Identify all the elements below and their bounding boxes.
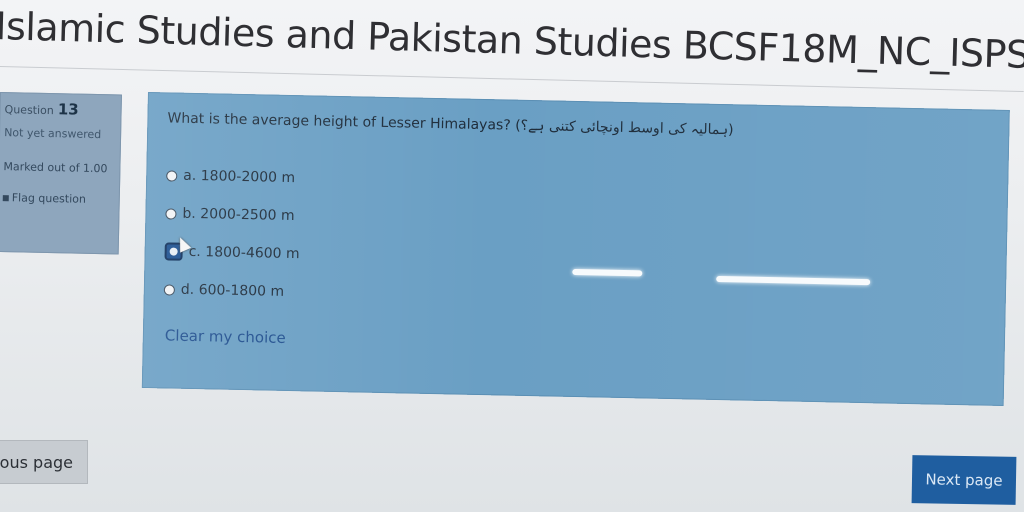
question-number: Question 13: [4, 99, 116, 119]
flag-question-label: Flag question: [11, 191, 87, 206]
answer-option-a[interactable]: a. 1800-2000 m: [166, 156, 302, 197]
flag-icon: [2, 194, 9, 201]
answer-label-a: a. 1800-2000 m: [183, 167, 296, 187]
answer-label-b: b. 2000-2500 m: [182, 205, 295, 225]
page-title: Islamic Studies and Pakistan Studies BCS…: [0, 4, 1024, 77]
previous-page-button[interactable]: Previous page: [0, 440, 88, 484]
question-marks: Marked out of 1.00: [3, 160, 108, 176]
radio-button-a[interactable]: [166, 169, 178, 182]
next-page-button[interactable]: Next page: [911, 455, 1017, 505]
clear-choice-link[interactable]: Clear my choice: [165, 326, 286, 347]
question-info-panel: Question 13 Not yet answered Marked out o…: [0, 92, 122, 255]
radio-button-d[interactable]: [163, 283, 175, 296]
question-text: What is the average height of Lesser Him…: [167, 110, 734, 139]
answer-options: a. 1800-2000 m b. 2000-2500 m c. 1800-46…: [163, 156, 301, 311]
question-content-panel: What is the average height of Lesser Him…: [141, 92, 1010, 406]
answer-option-d[interactable]: d. 600-1800 m: [163, 270, 299, 311]
answer-label-d: d. 600-1800 m: [180, 281, 285, 300]
answer-label-c: c. 1800-4600 m: [188, 243, 300, 263]
screen-glare-short: [572, 268, 643, 277]
question-state: Not yet answered: [4, 126, 102, 142]
answer-option-b[interactable]: b. 2000-2500 m: [165, 194, 301, 235]
previous-page-label: Previous page: [0, 452, 73, 472]
question-number-label: Question: [4, 103, 54, 118]
radio-button-b[interactable]: [165, 207, 177, 220]
flag-question-link[interactable]: Flag question: [2, 191, 115, 206]
screen-glare-long: [716, 275, 871, 286]
quiz-page: Islamic Studies and Pakistan Studies BCS…: [0, 0, 1024, 512]
question-number-value: 13: [57, 100, 79, 119]
